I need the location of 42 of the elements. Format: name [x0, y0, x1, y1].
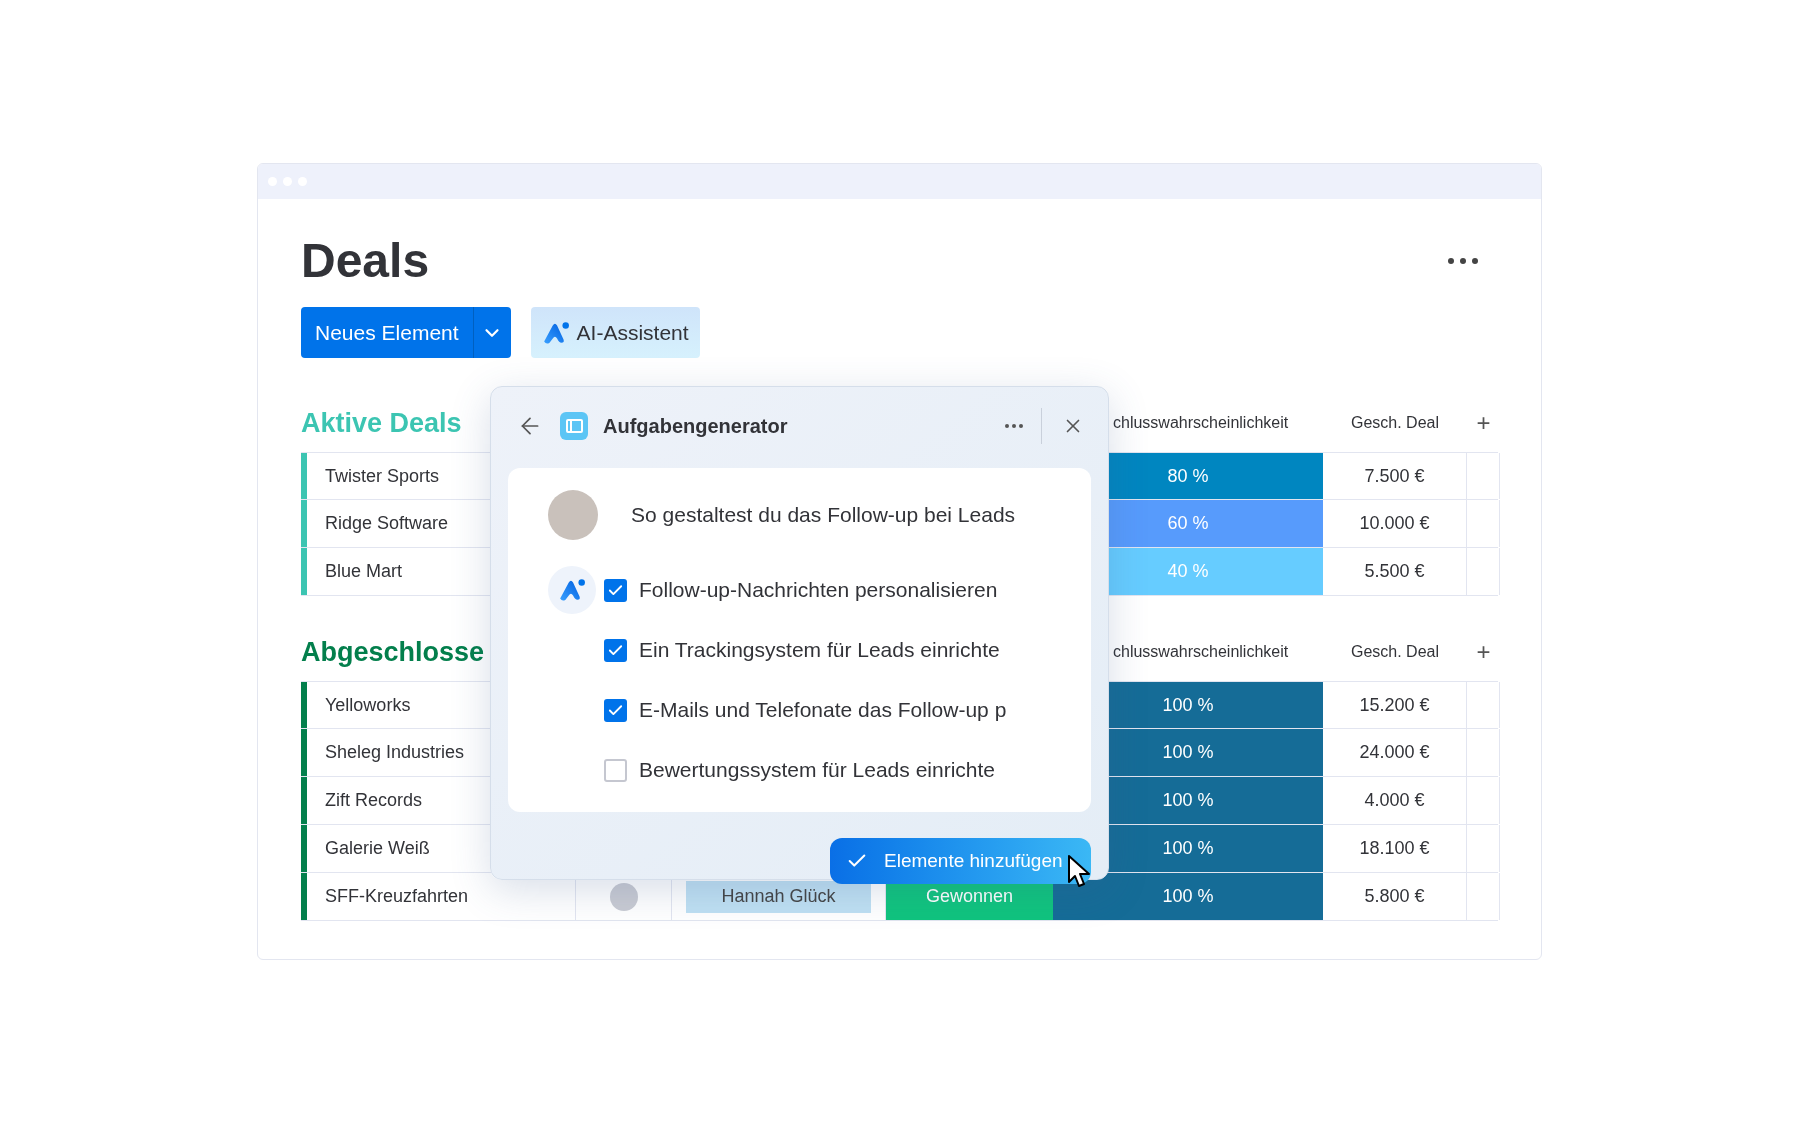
board-icon — [560, 412, 588, 440]
deal-cell: 18.100 € — [1323, 825, 1467, 872]
column-header: Gesch. Deal — [1350, 642, 1439, 662]
column-header: chlusswahrscheinlichkeit — [1113, 413, 1289, 433]
deal-cell: 7.500 € — [1323, 453, 1467, 499]
group-title: Aktive Deals — [301, 409, 462, 437]
dialog-title: Aufgabengenerator — [603, 414, 788, 439]
avatar-placeholder — [548, 490, 598, 540]
checkbox[interactable] — [604, 578, 627, 602]
column-header: chlusswahrscheinlichkeit — [1113, 642, 1289, 662]
deal-cell: 5.500 € — [1323, 548, 1467, 595]
page-title: Deals — [301, 237, 430, 285]
task-label: Follow-up-Nachrichten personalisieren — [639, 577, 998, 604]
add-column-button[interactable]: + — [1476, 411, 1491, 435]
mouse-cursor-icon — [1067, 854, 1093, 888]
more-icon — [1005, 424, 1023, 428]
ai-assistant-button[interactable]: AI-Assistent — [530, 307, 700, 358]
checkbox[interactable] — [604, 758, 627, 782]
checkbox[interactable] — [604, 698, 627, 722]
deal-cell: 10.000 € — [1323, 500, 1467, 547]
person-tag: Hannah Glück — [686, 880, 871, 913]
deal-cell: 15.200 € — [1323, 682, 1467, 728]
task-label: E-Mails und Telefonate das Follow-up p — [639, 697, 1007, 724]
deal-cell: 5.800 € — [1323, 873, 1467, 920]
group-title: Abgeschlosse — [301, 638, 485, 666]
deal-cell: 24.000 € — [1323, 729, 1467, 776]
deal-cell: 4.000 € — [1323, 777, 1467, 824]
task-label: Ein Trackingsystem für Leads einrichte — [639, 637, 1000, 664]
add-column-button[interactable]: + — [1476, 640, 1491, 664]
task-label: Bewertungssystem für Leads einrichte — [639, 757, 995, 784]
more-button[interactable] — [1005, 424, 1023, 428]
more-icon — [1448, 258, 1478, 264]
more-button[interactable] — [1448, 258, 1478, 264]
checkbox[interactable] — [604, 638, 627, 662]
column-header: Gesch. Deal — [1350, 413, 1439, 433]
probability-cell: 100 % — [1053, 873, 1323, 920]
ai-logo-icon — [541, 320, 570, 345]
avatar-placeholder — [609, 882, 638, 911]
new-item-button[interactable]: Neues Element — [301, 307, 473, 358]
ai-logo-icon — [558, 578, 586, 602]
prompt-text: So gestaltest du das Follow-up bei Leads — [631, 502, 1016, 529]
add-items-button[interactable]: Elemente hinzufügen — [830, 838, 1091, 884]
